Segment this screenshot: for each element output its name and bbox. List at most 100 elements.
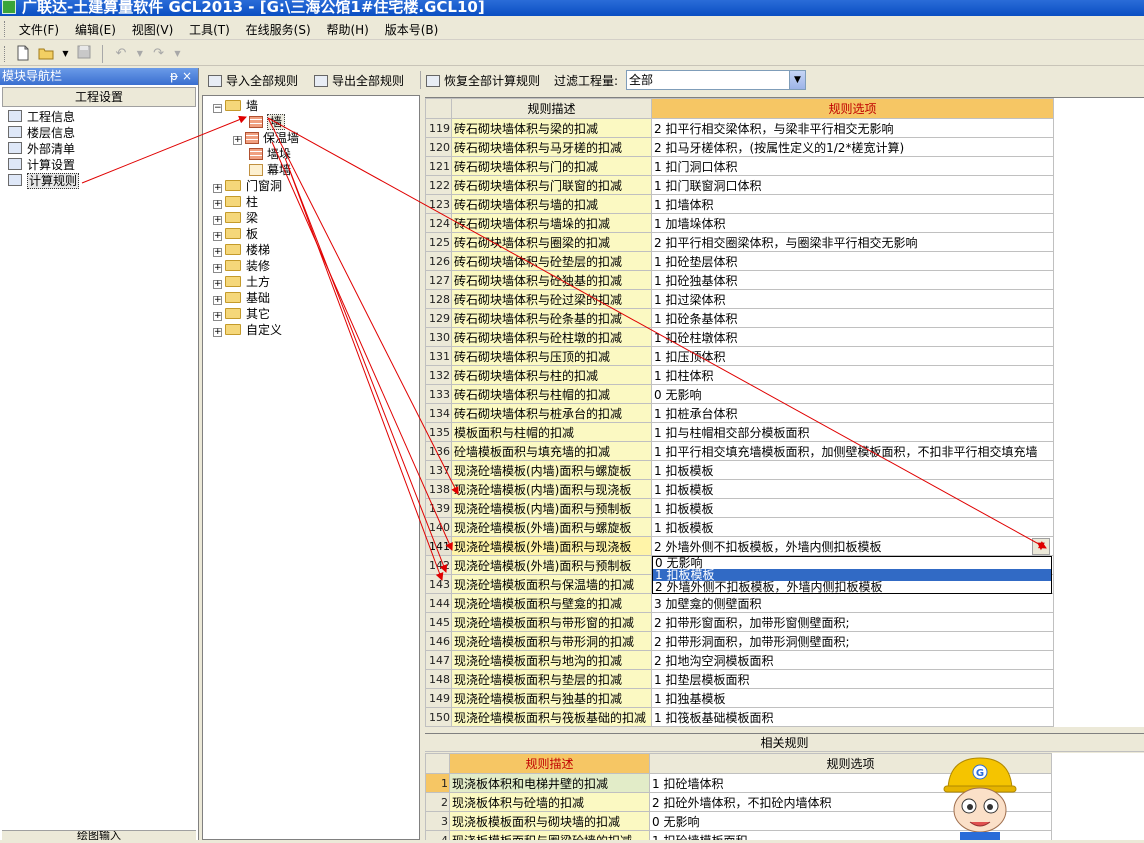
menu-version[interactable]: 版本号(B): [379, 18, 445, 38]
rule-option-cell[interactable]: 1 扣砼独基体积: [651, 270, 1054, 290]
rule-option-cell[interactable]: 1 扣门洞口体积: [651, 156, 1054, 176]
menu-view[interactable]: 视图(V): [126, 18, 180, 38]
dropdown-option[interactable]: 2 外墙外侧不扣板模板，外墙内侧扣板模板: [653, 581, 1051, 593]
table-row[interactable]: 127 砖石砌块墙体积与砼独基的扣减 1 扣砼独基体积: [425, 270, 1054, 290]
expand-icon[interactable]: +: [213, 216, 222, 225]
tree-node-beam[interactable]: + 梁: [213, 210, 258, 226]
tree-node-column[interactable]: + 柱: [213, 194, 258, 210]
table-row[interactable]: 145 现浇砼墙模板面积与带形窗的扣减 2 扣带形窗面积，加带形窗侧壁面积;: [425, 612, 1054, 632]
table-row[interactable]: 135 模板面积与柱帽的扣减 1 扣与柱帽相交部分模板面积: [425, 422, 1054, 442]
undo-dropdown-icon[interactable]: ▼: [136, 45, 144, 63]
rule-option-cell[interactable]: 1 扣板模板: [651, 460, 1054, 480]
table-row[interactable]: 124 砖石砌块墙体积与墙垛的扣减 1 加墙垛体积: [425, 213, 1054, 233]
open-dropdown-icon[interactable]: ▼: [61, 45, 69, 63]
collapse-icon[interactable]: −: [213, 104, 222, 113]
project-settings-section[interactable]: 工程设置: [2, 87, 196, 107]
tree-node-stairs[interactable]: + 楼梯: [213, 242, 270, 258]
option-dropdown-list[interactable]: 0 无影响 1 扣板模板 2 外墙外侧不扣板模板，外墙内侧扣板模板: [652, 556, 1052, 594]
table-row[interactable]: 146 现浇砼墙模板面积与带形洞的扣减 2 扣带形洞面积，加带形洞侧壁面积;: [425, 631, 1054, 651]
rule-option-cell[interactable]: 2 扣带形洞面积，加带形洞侧壁面积;: [651, 631, 1054, 651]
expand-icon[interactable]: +: [213, 312, 222, 321]
nav-item-floor-info[interactable]: 楼层信息: [6, 125, 198, 141]
undo-icon[interactable]: ↶: [112, 45, 130, 63]
rule-option-cell[interactable]: 1 扣与柱帽相交部分模板面积: [651, 422, 1054, 442]
tree-node-wall-root[interactable]: − 墙: [213, 98, 258, 114]
table-row[interactable]: 148 现浇砼墙模板面积与垫层的扣减 1 扣垫层模板面积: [425, 669, 1054, 689]
table-row[interactable]: 136 砼墙模板面积与填充墙的扣减 1 扣平行相交填充墙模板面积，加侧壁模板面积，不…: [425, 441, 1054, 461]
nav-item-calc-rules[interactable]: 计算规则: [6, 173, 198, 189]
related-description-header[interactable]: 规则描述: [449, 753, 650, 774]
pin-icon[interactable]: ᵽ: [170, 68, 178, 84]
menu-file[interactable]: 文件(F): [13, 18, 65, 38]
table-row[interactable]: 122 砖石砌块墙体积与门联窗的扣减 1 扣门联窗洞口体积: [425, 175, 1054, 195]
table-row[interactable]: 120 砖石砌块墙体积与马牙槎的扣减 2 扣马牙槎体积，(按属性定义的1/2*槎宽计…: [425, 137, 1054, 157]
table-row[interactable]: 130 砖石砌块墙体积与砼柱墩的扣减 1 扣砼柱墩体积: [425, 327, 1054, 347]
table-row[interactable]: 140 现浇砼墙模板(外墙)面积与螺旋板 1 扣板模板: [425, 517, 1054, 537]
table-row[interactable]: 131 砖石砌块墙体积与压顶的扣减 1 扣压顶体积: [425, 346, 1054, 366]
table-row[interactable]: 119 砖石砌块墙体积与梁的扣减 2 扣平行相交梁体积，与梁非平行相交无影响: [425, 118, 1054, 138]
tree-node-wall-pier[interactable]: 墙垛: [249, 146, 291, 162]
rule-option-cell[interactable]: 3 加壁龛的侧壁面积: [651, 593, 1054, 613]
tree-node-other[interactable]: + 其它: [213, 306, 270, 322]
rule-option-cell[interactable]: 2 扣地沟空洞模板面积: [651, 650, 1054, 670]
rule-option-cell[interactable]: 1 加墙垛体积: [651, 213, 1054, 233]
tree-node-insulation-wall[interactable]: + 保温墙: [233, 130, 299, 146]
table-row[interactable]: 125 砖石砌块墙体积与圈梁的扣减 2 扣平行相交圈梁体积，与圈梁非平行相交无影响: [425, 232, 1054, 252]
filter-quantity-select[interactable]: 全部 ▼: [626, 70, 806, 90]
table-row[interactable]: 137 现浇砼墙模板(内墙)面积与螺旋板 1 扣板模板: [425, 460, 1054, 480]
rule-option-cell[interactable]: 1 扣墙体积: [651, 194, 1054, 214]
redo-dropdown-icon[interactable]: ▼: [173, 45, 181, 63]
rule-option-cell[interactable]: 1 扣门联窗洞口体积: [651, 175, 1054, 195]
table-row[interactable]: 129 砖石砌块墙体积与砼条基的扣减 1 扣砼条基体积: [425, 308, 1054, 328]
tree-node-earthwork[interactable]: + 土方: [213, 274, 270, 290]
expand-icon[interactable]: +: [213, 200, 222, 209]
tree-node-door-window[interactable]: + 门窗洞: [213, 178, 282, 194]
tree-node-decoration[interactable]: + 装修: [213, 258, 270, 274]
redo-icon[interactable]: ↷: [150, 45, 168, 63]
rule-option-cell[interactable]: 1 扣平行相交填充墙模板面积，加侧壁模板面积，不扣非平行相交填充墙: [651, 441, 1054, 461]
expand-icon[interactable]: +: [213, 280, 222, 289]
menu-online-service[interactable]: 在线服务(S): [240, 18, 317, 38]
dropdown-option[interactable]: 0 无影响: [653, 557, 1051, 569]
rule-option-cell[interactable]: 1 扣筏板基础模板面积: [651, 707, 1054, 727]
expand-icon[interactable]: +: [213, 248, 222, 257]
option-dropdown-button[interactable]: ▼: [1032, 538, 1050, 555]
import-all-rules-button[interactable]: 导入全部规则: [208, 72, 298, 89]
rule-option-cell[interactable]: 2 扣马牙槎体积，(按属性定义的1/2*槎宽计算): [651, 137, 1054, 157]
table-row[interactable]: 141 现浇砼墙模板(外墙)面积与现浇板 2 外墙外侧不扣板模板，外墙内侧扣板模板: [425, 536, 1054, 556]
close-icon[interactable]: ×: [182, 68, 192, 84]
table-row[interactable]: 149 现浇砼墙模板面积与独基的扣减 1 扣独基模板: [425, 688, 1054, 708]
rule-option-cell[interactable]: 1 扣过梁体积: [651, 289, 1054, 309]
table-row[interactable]: 150 现浇砼墙模板面积与筏板基础的扣减 1 扣筏板基础模板面积: [425, 707, 1054, 727]
table-row[interactable]: 133 砖石砌块墙体积与柱帽的扣减 0 无影响: [425, 384, 1054, 404]
table-row[interactable]: 147 现浇砼墙模板面积与地沟的扣减 2 扣地沟空洞模板面积: [425, 650, 1054, 670]
rule-option-cell[interactable]: 1 扣柱体积: [651, 365, 1054, 385]
save-icon[interactable]: [75, 45, 93, 63]
table-row[interactable]: 134 砖石砌块墙体积与桩承台的扣减 1 扣桩承台体积: [425, 403, 1054, 423]
rule-option-cell[interactable]: 2 扣带形窗面积，加带形窗侧壁面积;: [651, 612, 1054, 632]
expand-icon[interactable]: +: [213, 264, 222, 273]
rule-option-cell[interactable]: 2 扣平行相交梁体积，与梁非平行相交无影响: [651, 118, 1054, 138]
rule-option-header[interactable]: 规则选项: [651, 98, 1054, 119]
menu-edit[interactable]: 编辑(E): [69, 18, 122, 38]
rule-option-cell[interactable]: 2 扣平行相交圈梁体积，与圈梁非平行相交无影响: [651, 232, 1054, 252]
nav-item-project-info[interactable]: 工程信息: [6, 109, 198, 125]
tree-node-curtain-wall[interactable]: 幕墙: [249, 162, 291, 178]
table-row[interactable]: 121 砖石砌块墙体积与门的扣减 1 扣门洞口体积: [425, 156, 1054, 176]
rule-option-cell[interactable]: 2 外墙外侧不扣板模板，外墙内侧扣板模板: [651, 536, 1054, 556]
table-row[interactable]: 138 现浇砼墙模板(内墙)面积与现浇板 1 扣板模板: [425, 479, 1054, 499]
tree-node-slab[interactable]: + 板: [213, 226, 258, 242]
open-folder-icon[interactable]: [38, 45, 56, 63]
tree-node-custom[interactable]: + 自定义: [213, 322, 282, 338]
nav-item-calc-settings[interactable]: 计算设置: [6, 157, 198, 173]
table-row[interactable]: 126 砖石砌块墙体积与砼垫层的扣减 1 扣砼垫层体积: [425, 251, 1054, 271]
rule-option-cell[interactable]: 1 扣砼垫层体积: [651, 251, 1054, 271]
rule-option-cell[interactable]: 1 扣板模板: [651, 517, 1054, 537]
table-row[interactable]: 139 现浇砼墙模板(内墙)面积与预制板 1 扣板模板: [425, 498, 1054, 518]
rule-option-cell[interactable]: 1 扣砼柱墩体积: [651, 327, 1054, 347]
menu-help[interactable]: 帮助(H): [320, 18, 374, 38]
rule-option-cell[interactable]: 1 扣垫层模板面积: [651, 669, 1054, 689]
expand-icon[interactable]: +: [213, 296, 222, 305]
rule-option-cell[interactable]: 0 无影响: [651, 384, 1054, 404]
nav-item-external-list[interactable]: 外部清单: [6, 141, 198, 157]
